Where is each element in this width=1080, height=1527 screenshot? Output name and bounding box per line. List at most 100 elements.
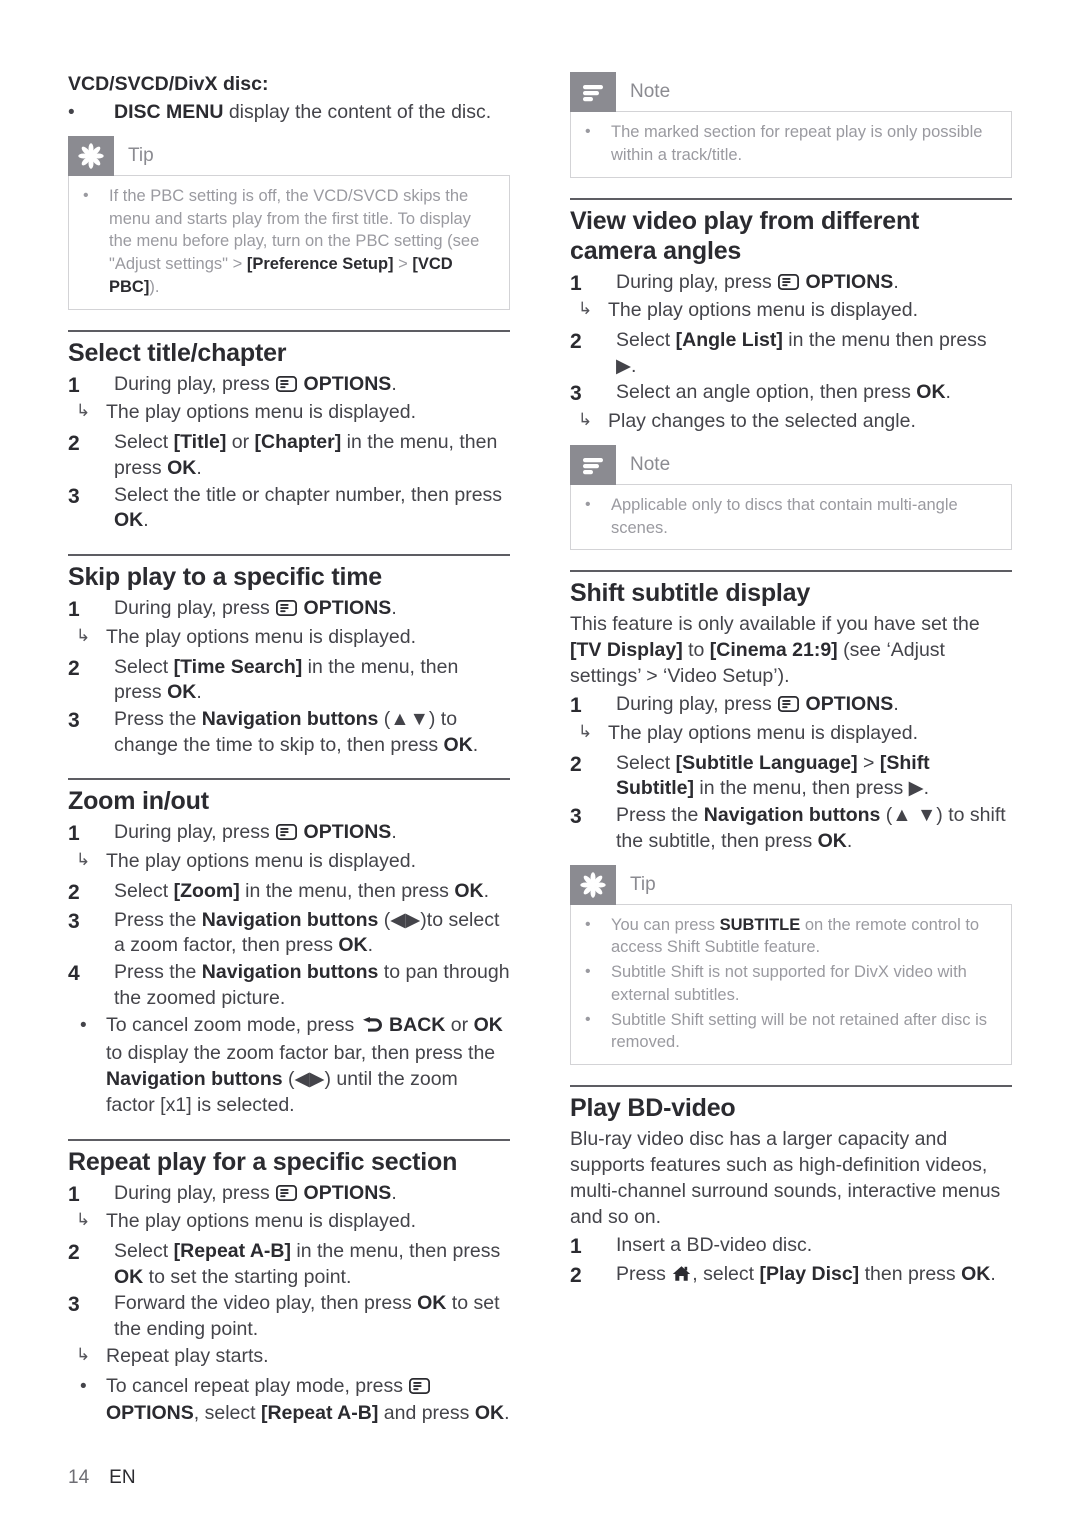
result-arrow-icon: ↳ [76,1344,91,1364]
emphasized-text: OPTIONS [800,693,894,716]
section-title: Repeat play for a specific section [68,1147,458,1176]
body-text: then press [859,1262,962,1285]
tip-callout-body: • If the PBC setting is off, the VCD/SVCD… [68,174,510,310]
numbered-step: 1 During play, press OPTIONS. [68,1181,510,1209]
body-text: Select [114,879,174,902]
tip-asterisk-icon [570,864,616,905]
emphasized-text: OPTIONS [298,597,392,620]
step-sub-bullet-text: To cancel zoom mode, press BACK or OK to… [106,1013,510,1119]
callout-bullet-text: Applicable only to discs that contain mu… [611,494,997,540]
body-text: . [391,372,397,395]
note-callout-1: Note • The marked section for repeat play… [570,72,1012,178]
step-result: ↳ Play changes to the selected angle. [570,409,1012,435]
body-text: You can press [611,915,720,934]
body-text: . [367,934,374,957]
emphasized-text: [Time Search] [173,655,303,678]
result-arrow-icon: ↳ [76,1210,91,1230]
step-result: ↳ The play options menu is displayed. [68,625,510,651]
step-number: 2 [68,432,80,456]
result-arrow-icon: ↳ [76,625,91,645]
section-rule-camera-angles [570,197,1012,200]
options-icon [778,272,800,298]
numbered-step: 3 Press the Navigation buttons (▲▼) to ch… [68,707,510,758]
body-text: . [472,733,479,756]
section-title-shift-subtitle: Shift subtitle display [570,579,811,608]
emphasized-text: [Title] [173,431,227,454]
bullet-dot-icon: • [80,1014,87,1036]
emphasized-text: [Cinema 21:9] [709,639,838,662]
step-number: 2 [570,752,582,776]
numbered-step: 1 During play, press OPTIONS. [570,270,1012,298]
step-result: ↳ Repeat play starts. [68,1344,510,1370]
body-text: During play, press [616,270,778,293]
shift-subtitle-intro: This feature is only available if you ha… [570,612,1012,690]
body-text: Press the [616,804,704,827]
bullet-dot-icon: • [68,101,75,123]
result-arrow-icon: ↳ [578,299,593,319]
step-result: ↳ The play options menu is displayed. [68,1209,510,1235]
step-number: 1 [68,598,80,622]
section-title: Skip play to a specific time [68,563,382,592]
emphasized-text: OK [474,1402,505,1425]
body-text: During play, press [114,1181,276,1204]
body-text: in the menu, then press [239,879,455,902]
emphasized-text: OK [817,829,847,852]
note-callout-2-body: • Applicable only to discs that contain m… [570,483,1012,551]
result-arrow-icon: ↳ [578,410,593,430]
section-rule [68,554,510,557]
result-arrow-icon: ↳ [76,401,91,421]
step-number: 2 [68,656,80,680]
page-language: EN [109,1467,136,1488]
tip-callout-left: Tip • If the PBC setting is off, the VCD/… [68,135,510,310]
emphasized-text: [Play Disc] [759,1262,860,1285]
disc-menu-bullet-text: DISC MENU display the content of the dis… [114,100,492,123]
body-text: or [445,1013,474,1036]
body-text: . [196,681,202,704]
numbered-step: 1 During play, press OPTIONS. [68,820,510,848]
callout-bullet-text: The marked section for repeat play is on… [611,121,997,167]
body-text: . [504,1402,510,1425]
step-text: Forward the video play, then press OK to… [114,1291,510,1342]
step-number: 4 [68,962,80,986]
step-text: Select [Title] or [Chapter] in the menu,… [114,430,510,481]
numbered-step: 1 Insert a BD-video disc. [570,1233,1012,1261]
note-callout-1-header: Note [570,72,1012,112]
back-arrow-icon [361,1016,383,1042]
tip-callout-right-label: Tip [630,873,656,895]
body-text: This feature is only available if you ha… [570,613,980,636]
step-text: Press the Navigation buttons (◀▶)to sele… [114,908,510,959]
step-text: Select an angle option, then press OK. [616,380,1012,406]
note-lines-icon [570,72,616,112]
step-text: During play, press OPTIONS. [114,820,510,848]
callout-bullet-text: Subtitle Shift is not supported for DivX… [611,961,997,1007]
emphasized-text: OK [473,1013,503,1036]
step-number: 3 [68,484,80,508]
emphasized-text: [Repeat A-B] [260,1402,379,1425]
numbered-step: 3 Select an angle option, then press OK. [570,380,1012,408]
emphasized-text: [Subtitle Language] [675,751,858,774]
step-result-text: The play options menu is displayed. [106,850,417,873]
numbered-step: 3 Press the Navigation buttons (◀▶)to sel… [68,908,510,959]
section-title: Select title/chapter [68,338,287,367]
emphasized-text: Navigation buttons [201,961,379,984]
step-text: Press , select [Play Disc] then press OK… [616,1262,1012,1290]
emphasized-text: OPTIONS [106,1402,194,1425]
emphasized-text: OPTIONS [298,372,392,395]
body-text: in the menu, then press ▶. [694,777,930,800]
body-text: . [483,879,489,902]
step-result-text: The play options menu is displayed. [106,625,417,648]
emphasized-text: OK [961,1262,991,1285]
emphasized-text: Navigation buttons [106,1068,283,1091]
tip-callout-right-header: Tip [570,864,1012,905]
body-text: . [893,693,899,716]
body-text: to [682,639,710,662]
emphasized-text: [Angle List] [675,329,783,351]
emphasized-text: [Chapter] [254,431,342,454]
body-text: Subtitle Shift is not supported for DivX… [611,963,967,1004]
step-number: 1 [68,373,80,397]
step-number: 1 [570,1234,582,1258]
step-result-text: The play options menu is displayed. [106,401,417,424]
body-text: . [391,821,397,844]
bullet-dot-icon: • [80,1375,87,1397]
emphasized-text: OK [338,934,368,957]
